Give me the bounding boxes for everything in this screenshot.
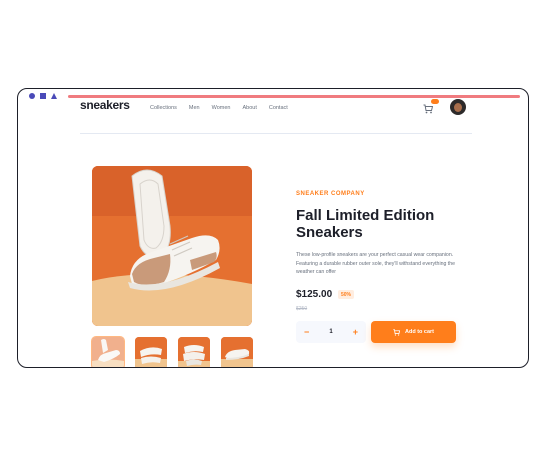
product-title: Fall Limited Edition Sneakers — [296, 207, 435, 241]
thumbnail-1[interactable] — [91, 336, 125, 367]
main-nav: Collections Men Women About Contact — [150, 105, 288, 111]
add-to-cart-label: Add to cart — [404, 329, 435, 335]
address-bar[interactable] — [68, 95, 520, 98]
thumbnail-3[interactable] — [178, 337, 210, 367]
nav-link-contact[interactable]: Contact — [269, 105, 288, 111]
nav-link-collections[interactable]: Collections — [150, 105, 177, 111]
company-label: SNEAKER COMPANY — [296, 191, 365, 197]
increase-quantity-button[interactable]: + — [353, 327, 358, 337]
add-to-cart-button[interactable]: Add to cart — [371, 321, 456, 343]
quantity-value: 1 — [329, 329, 333, 335]
thumbnail-2[interactable] — [135, 337, 167, 367]
window-triangle-icon[interactable] — [51, 93, 57, 99]
nav-link-men[interactable]: Men — [189, 105, 200, 111]
window-square-icon[interactable] — [40, 93, 46, 99]
decrease-quantity-button[interactable]: − — [304, 327, 309, 337]
current-price: $125.00 — [296, 289, 333, 300]
discount-badge: 50% — [338, 290, 355, 299]
avatar-face — [454, 103, 462, 112]
product-description: These low-profile sneakers are your perf… — [296, 252, 456, 275]
nav-link-women[interactable]: Women — [212, 105, 231, 111]
thumbnail-4[interactable] — [221, 337, 253, 367]
window-controls — [29, 93, 57, 99]
nav-link-about[interactable]: About — [242, 105, 256, 111]
original-price: $250 — [296, 306, 308, 312]
product-main-image[interactable] — [92, 166, 252, 326]
window-circle-icon[interactable] — [29, 93, 35, 99]
header-divider — [80, 133, 472, 134]
browser-titlebar — [18, 89, 528, 103]
quantity-stepper: − 1 + — [296, 321, 366, 343]
browser-window: sneakers Collections Men Women About Con… — [17, 88, 529, 368]
cart-icon — [393, 323, 401, 341]
thumbnail-strip — [91, 336, 253, 367]
